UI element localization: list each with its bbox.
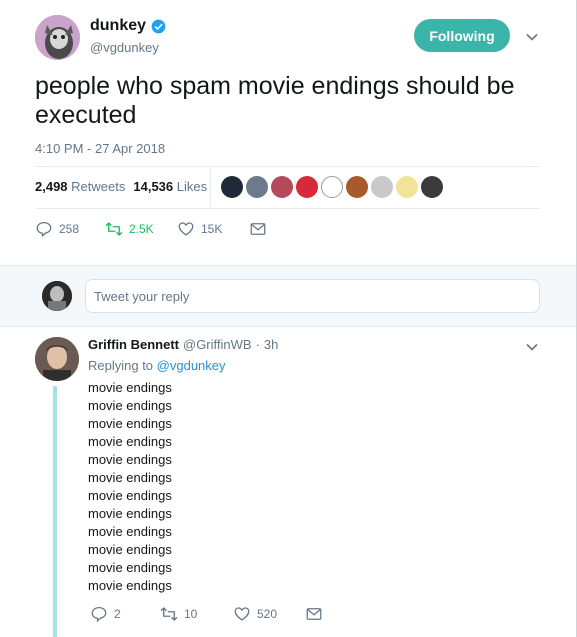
reply-like-button[interactable]: 520 xyxy=(233,605,305,623)
tweet-actions: 258 2.5K 15K xyxy=(35,220,267,238)
reply-message-button[interactable] xyxy=(305,605,323,623)
liker-avatar[interactable] xyxy=(371,176,393,198)
replying-to-link[interactable]: @vgdunkey xyxy=(157,358,226,373)
reply-line: movie endings xyxy=(88,524,172,539)
reply-author-avatar[interactable] xyxy=(35,337,79,381)
reply-line: movie endings xyxy=(88,578,172,593)
message-icon xyxy=(250,223,266,235)
reply-reply-button[interactable]: 2 xyxy=(90,605,160,623)
retweet-count: 2.5K xyxy=(129,222,154,236)
verified-badge-icon xyxy=(151,19,166,33)
likes-count: 14,536 xyxy=(133,179,174,194)
following-button[interactable]: Following xyxy=(414,19,510,52)
chevron-down-icon[interactable] xyxy=(525,30,539,44)
liker-avatars xyxy=(221,176,443,198)
reply-author-handle[interactable]: @GriffinWB xyxy=(183,337,252,352)
reply-text: movie endings movie endings movie ending… xyxy=(88,379,172,595)
thread-line xyxy=(53,386,57,637)
tweet-stats: 2,498 Retweets 14,536 Likes xyxy=(35,179,207,194)
tweet-detail-panel: dunkey @vgdunkey Following people who sp… xyxy=(0,0,577,637)
retweets-label: Retweets xyxy=(71,179,126,194)
reply-button[interactable]: 258 xyxy=(35,220,105,238)
divider xyxy=(35,166,540,167)
reply-actions: 2 10 520 xyxy=(90,605,323,623)
likes-stat[interactable]: 14,536 Likes xyxy=(133,179,207,194)
like-count: 15K xyxy=(201,222,223,236)
liker-avatar[interactable] xyxy=(321,176,343,198)
likes-label: Likes xyxy=(176,179,208,194)
reply-line: movie endings xyxy=(88,380,172,395)
reply-icon xyxy=(36,221,52,238)
reply-reply-count: 2 xyxy=(114,607,121,621)
liker-avatar[interactable] xyxy=(421,176,443,198)
reply-line: movie endings xyxy=(88,488,172,503)
reply-line: movie endings xyxy=(88,416,172,431)
reply-composer xyxy=(0,265,576,327)
author-avatar[interactable] xyxy=(35,15,80,60)
chevron-down-icon[interactable] xyxy=(525,340,539,354)
retweets-count: 2,498 xyxy=(35,179,68,194)
author-handle[interactable]: @vgdunkey xyxy=(90,40,159,55)
reply-line: movie endings xyxy=(88,470,172,485)
reply-icon xyxy=(91,606,107,623)
retweet-icon xyxy=(105,222,123,236)
reply-line: movie endings xyxy=(88,560,172,575)
author-name-row[interactable]: dunkey xyxy=(90,17,166,35)
like-icon xyxy=(178,222,194,236)
author-display-name[interactable]: dunkey xyxy=(90,17,146,35)
stats-separator xyxy=(210,167,211,207)
reply-time[interactable]: 3h xyxy=(264,337,278,352)
liker-avatar[interactable] xyxy=(346,176,368,198)
replying-to: Replying to @vgdunkey xyxy=(88,358,226,373)
liker-avatar[interactable] xyxy=(271,176,293,198)
retweet-button[interactable]: 2.5K xyxy=(105,220,177,238)
reply-retweet-button[interactable]: 10 xyxy=(160,605,233,623)
reply-line: movie endings xyxy=(88,434,172,449)
liker-avatar[interactable] xyxy=(396,176,418,198)
reply-like-count: 520 xyxy=(257,607,278,621)
liker-avatar[interactable] xyxy=(296,176,318,198)
reply-count: 258 xyxy=(59,222,80,236)
reply-line: movie endings xyxy=(88,506,172,521)
reply-line: movie endings xyxy=(88,542,172,557)
like-button[interactable]: 15K xyxy=(177,220,249,238)
direct-message-button[interactable] xyxy=(249,220,267,238)
divider xyxy=(35,208,540,209)
tweet-timestamp[interactable]: 4:10 PM - 27 Apr 2018 xyxy=(35,141,165,156)
retweets-stat[interactable]: 2,498 Retweets xyxy=(35,179,125,194)
reply-line: movie endings xyxy=(88,452,172,467)
current-user-avatar xyxy=(42,281,72,311)
reply-line: movie endings xyxy=(88,398,172,413)
liker-avatar[interactable] xyxy=(246,176,268,198)
replying-to-prefix: Replying to xyxy=(88,358,154,373)
message-icon xyxy=(306,608,322,620)
reply-retweet-count: 10 xyxy=(184,607,198,621)
tweet-reply-input[interactable] xyxy=(85,279,540,313)
like-icon xyxy=(234,607,250,621)
liker-avatar[interactable] xyxy=(221,176,243,198)
reply-separator: · xyxy=(255,337,260,352)
retweet-icon xyxy=(160,607,178,621)
reply-header: Griffin Bennett @GriffinWB · 3h xyxy=(88,337,278,352)
reply-author-name[interactable]: Griffin Bennett xyxy=(88,337,179,352)
tweet-text: people who spam movie endings should be … xyxy=(35,72,515,129)
